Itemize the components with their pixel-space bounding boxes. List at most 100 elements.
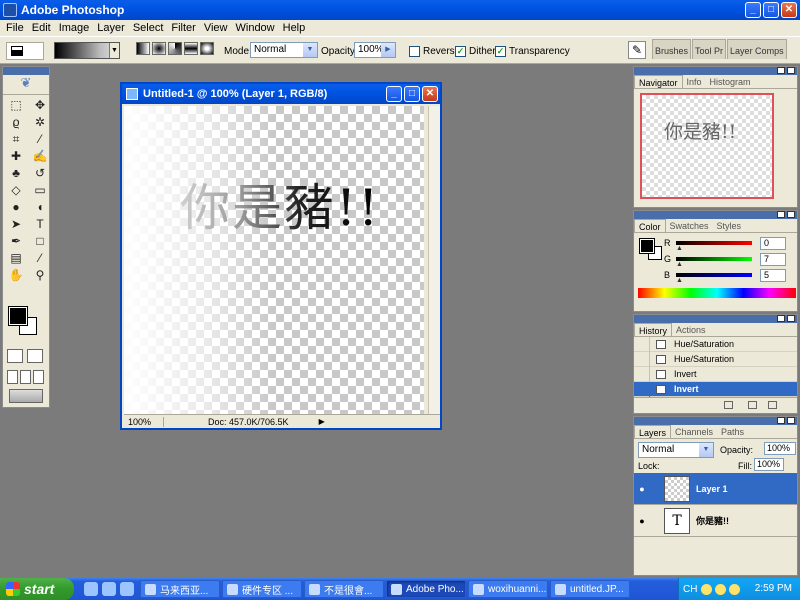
tray-app-icon[interactable] xyxy=(715,583,727,595)
foreground-color-swatch[interactable] xyxy=(9,307,27,325)
jump-to-imageready-button[interactable] xyxy=(9,389,43,403)
marquee-tool-icon[interactable]: ⬚ xyxy=(6,97,26,113)
snapshot-icon[interactable] xyxy=(748,401,757,409)
panel-header[interactable] xyxy=(634,417,797,425)
maximize-button[interactable]: □ xyxy=(763,2,779,18)
feather-logo-icon[interactable]: ❦ xyxy=(3,75,49,95)
slice-tool-icon[interactable]: ⁄ xyxy=(30,131,50,147)
menu-window[interactable]: Window xyxy=(232,22,279,34)
taskbar-item[interactable]: 不是很會... xyxy=(304,580,384,598)
transparency-checkbox[interactable]: ✓ Transparency xyxy=(495,46,570,57)
crop-tool-icon[interactable]: ⌗ xyxy=(6,131,26,147)
ie-icon[interactable] xyxy=(84,582,98,596)
taskbar-item[interactable]: untitled.JP... xyxy=(550,580,630,598)
chevron-right-icon[interactable]: ▶ xyxy=(319,417,325,426)
b-input[interactable]: 5 xyxy=(760,269,786,282)
shape-tool-icon[interactable]: □ xyxy=(30,233,50,249)
tray-app-icon[interactable] xyxy=(701,583,713,595)
dodge-tool-icon[interactable]: ◖ xyxy=(30,199,50,215)
menu-filter[interactable]: Filter xyxy=(167,22,199,34)
panel-header[interactable] xyxy=(634,67,797,75)
angle-gradient-button[interactable] xyxy=(168,42,182,55)
color-foreground-swatch[interactable] xyxy=(640,239,654,253)
minimize-icon[interactable] xyxy=(777,67,785,74)
taskbar-item[interactable]: 马来西亚... xyxy=(140,580,220,598)
move-tool-icon[interactable]: ✥ xyxy=(30,97,50,113)
canvas[interactable]: 你是豬!! xyxy=(124,106,424,416)
file-browser-icon[interactable]: ✎ xyxy=(628,41,646,59)
menu-help[interactable]: Help xyxy=(279,22,310,34)
eraser-tool-icon[interactable]: ◇ xyxy=(6,182,26,198)
r-input[interactable]: 0 xyxy=(760,237,786,250)
lasso-tool-icon[interactable]: ϱ xyxy=(6,114,26,130)
layer-opacity-input[interactable]: 100% xyxy=(764,442,796,455)
checkmark-icon[interactable]: ✓ xyxy=(495,46,506,57)
linear-gradient-button[interactable] xyxy=(136,42,150,55)
minimize-icon[interactable] xyxy=(777,211,785,218)
eye-icon[interactable]: ● xyxy=(634,484,650,494)
eyedropper-tool-icon[interactable]: ⁄ xyxy=(30,250,50,266)
menu-layer[interactable]: Layer xyxy=(93,22,129,34)
mode-select[interactable]: Normal ▼ xyxy=(250,42,318,58)
blur-tool-icon[interactable]: ● xyxy=(6,199,26,215)
full-screen-menu-mode-button[interactable] xyxy=(20,370,31,384)
g-input[interactable]: 7 xyxy=(760,253,786,266)
reverse-checkbox[interactable]: Reverse xyxy=(409,46,460,57)
history-brush-tool-icon[interactable]: ↺ xyxy=(30,165,50,181)
tab-channels[interactable]: Channels xyxy=(671,425,717,438)
pen-tool-icon[interactable]: ✒ xyxy=(6,233,26,249)
tab-navigator[interactable]: Navigator xyxy=(634,75,683,88)
checkbox-empty-icon[interactable] xyxy=(409,46,420,57)
history-item[interactable]: Hue/Saturation xyxy=(634,336,797,352)
eye-icon[interactable]: ● xyxy=(634,516,650,526)
notes-tool-icon[interactable]: ▤ xyxy=(6,250,26,266)
language-indicator[interactable]: CH xyxy=(683,584,697,595)
tab-history[interactable]: History xyxy=(634,323,673,336)
zoom-tool-icon[interactable]: ⚲ xyxy=(30,267,50,283)
doc-close-button[interactable]: ✕ xyxy=(422,86,438,102)
gradient-tool-icon[interactable]: ▭ xyxy=(30,182,50,198)
zoom-level[interactable]: 100% xyxy=(124,416,164,427)
reflected-gradient-button[interactable] xyxy=(184,42,198,55)
tab-actions[interactable]: Actions xyxy=(672,323,710,336)
layer-row-layer-1[interactable]: ● Layer 1 xyxy=(634,473,797,505)
r-slider[interactable] xyxy=(676,241,752,245)
tool-preset-picker[interactable] xyxy=(6,42,44,60)
history-item[interactable]: Invert xyxy=(634,366,797,382)
trash-icon[interactable] xyxy=(768,401,777,409)
app-title-bar[interactable]: Adobe Photoshop _ □ ✕ xyxy=(0,0,800,20)
checkmark-icon[interactable]: ✓ xyxy=(455,46,466,57)
brush-tool-icon[interactable]: ✍ xyxy=(30,148,50,164)
menu-edit[interactable]: Edit xyxy=(28,22,55,34)
clone-stamp-tool-icon[interactable]: ♣ xyxy=(6,165,26,181)
tab-layers[interactable]: Layers xyxy=(634,425,672,438)
quick-mask-mode-button[interactable] xyxy=(27,349,43,363)
tab-color[interactable]: Color xyxy=(634,219,666,232)
magic-wand-tool-icon[interactable]: ✲ xyxy=(30,114,50,130)
tab-info[interactable]: Info xyxy=(683,75,706,88)
tab-paths[interactable]: Paths xyxy=(717,425,748,438)
slider-knob-icon[interactable]: ▲ xyxy=(676,245,683,252)
palette-well-tool-presets[interactable]: Tool Pr xyxy=(692,39,727,59)
dither-checkbox[interactable]: ✓ Dither xyxy=(455,46,496,57)
diamond-gradient-button[interactable] xyxy=(200,42,214,55)
navigator-preview[interactable]: 你是豬!! xyxy=(640,93,774,199)
vertical-scrollbar[interactable] xyxy=(428,106,440,416)
palette-well-layer-comps[interactable]: Layer Comps xyxy=(727,39,787,59)
fill-input[interactable]: 100% xyxy=(754,458,784,471)
color-spectrum-bar[interactable] xyxy=(638,288,796,298)
b-slider[interactable] xyxy=(676,273,752,277)
minimize-icon[interactable] xyxy=(777,417,785,424)
type-tool-icon[interactable]: T xyxy=(30,216,50,232)
minimize-icon[interactable] xyxy=(777,315,785,322)
desktop-icon[interactable] xyxy=(120,582,134,596)
media-player-icon[interactable] xyxy=(102,582,116,596)
toolbox-header[interactable] xyxy=(3,67,49,75)
menu-view[interactable]: View xyxy=(200,22,232,34)
healing-brush-tool-icon[interactable]: ✚ xyxy=(6,148,26,164)
tab-swatches[interactable]: Swatches xyxy=(666,219,713,232)
close-icon[interactable] xyxy=(787,417,795,424)
new-document-from-state-icon[interactable] xyxy=(724,401,733,409)
taskbar-item[interactable]: woxihuanni... xyxy=(468,580,548,598)
radial-gradient-button[interactable] xyxy=(152,42,166,55)
